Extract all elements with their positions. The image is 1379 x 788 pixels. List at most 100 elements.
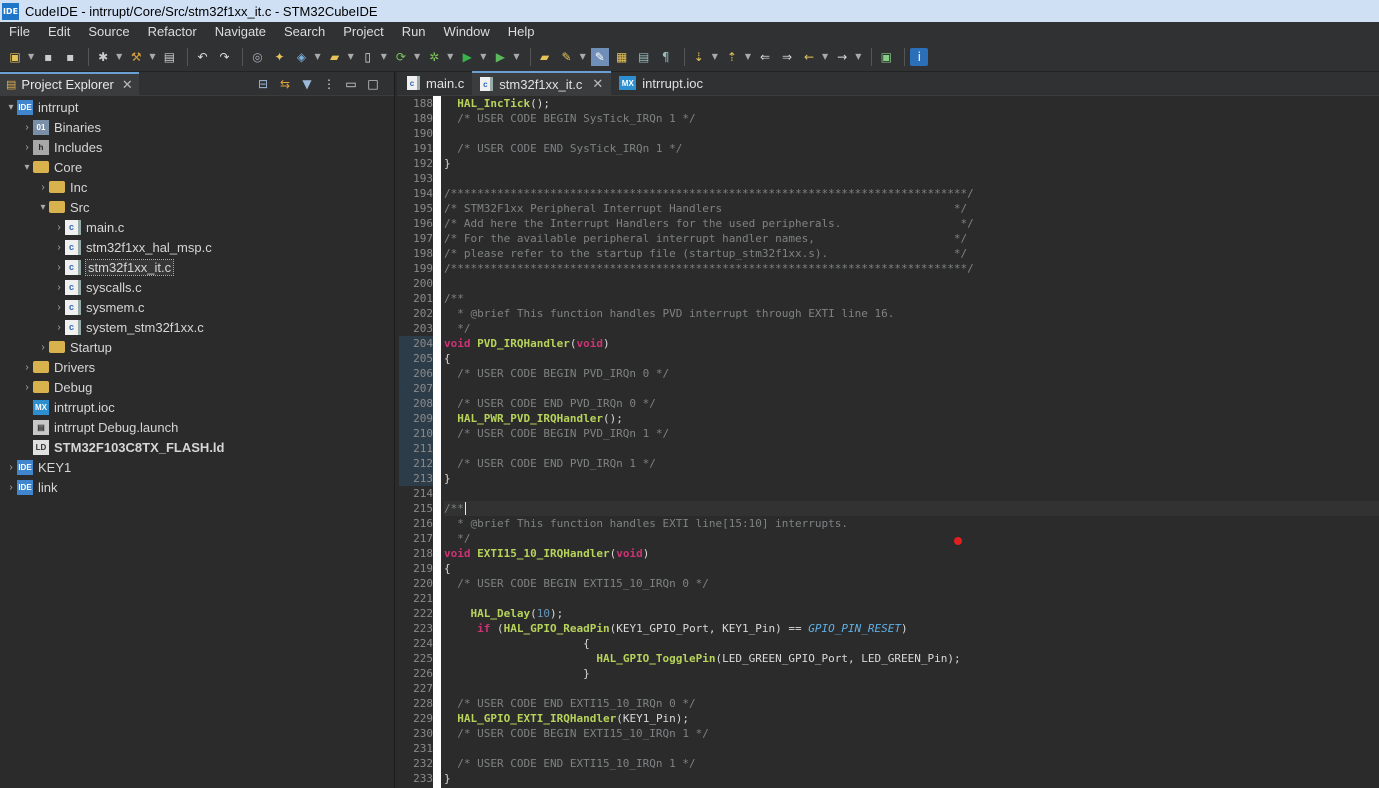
editor-tab[interactable]: c main.c — [399, 71, 472, 95]
editor-tab[interactable]: c stm32f1xx_it.c ✕ — [472, 71, 612, 95]
tree-item[interactable]: › IDE KEY1 — [0, 457, 394, 477]
tab-project-explorer[interactable]: ▤ Project Explorer ✕ — [0, 71, 139, 96]
tree-item[interactable]: › c stm32f1xx_hal_msp.c — [0, 237, 394, 257]
tree-item[interactable]: › Drivers — [0, 357, 394, 377]
collapsed-arrow-icon[interactable]: › — [5, 462, 17, 473]
code-editor[interactable]: HAL_IncTick(); /* USER CODE BEGIN SysTic… — [444, 96, 1379, 788]
tree-item[interactable]: ▾ Src — [0, 197, 394, 217]
run-icon[interactable]: ▶ — [458, 48, 476, 66]
collapse-all-icon[interactable]: ⊟ — [252, 75, 274, 93]
highlight-dropdown-icon[interactable]: ▼ — [580, 52, 586, 61]
save-icon[interactable]: ▪ — [39, 48, 57, 66]
perspective-icon[interactable]: ▣ — [877, 48, 895, 66]
redo-icon[interactable]: ↷ — [215, 48, 233, 66]
back-icon[interactable]: ← — [800, 48, 818, 66]
new-file-icon[interactable]: ▯ — [359, 48, 377, 66]
menu-project[interactable]: Project — [334, 22, 392, 42]
close-icon[interactable]: ✕ — [592, 76, 603, 92]
paragraph-icon[interactable]: ¶ — [657, 48, 675, 66]
collapsed-arrow-icon[interactable]: › — [53, 282, 65, 293]
build-dropdown-icon[interactable]: ▼ — [149, 52, 155, 61]
menu-search[interactable]: Search — [275, 22, 334, 42]
menu-refactor[interactable]: Refactor — [139, 22, 206, 42]
tree-item[interactable]: › IDE link — [0, 477, 394, 497]
prev-annotation-dropdown-icon[interactable]: ▼ — [745, 52, 751, 61]
binary-icon[interactable]: ▤ — [160, 48, 178, 66]
open-type-icon[interactable]: ▰ — [536, 48, 554, 66]
debug-dropdown-icon[interactable]: ▼ — [447, 52, 453, 61]
debug-icon[interactable]: ✲ — [425, 48, 443, 66]
tree-item[interactable]: › 01 Binaries — [0, 117, 394, 137]
menu-help[interactable]: Help — [499, 22, 544, 42]
collapsed-arrow-icon[interactable]: › — [21, 362, 33, 373]
tree-item[interactable]: › c stm32f1xx_it.c — [0, 257, 394, 277]
highlight-icon[interactable]: ✎ — [558, 48, 576, 66]
tree-item[interactable]: › Startup — [0, 337, 394, 357]
tree-item[interactable]: › c syscalls.c — [0, 277, 394, 297]
back-dropdown-icon[interactable]: ▼ — [822, 52, 828, 61]
run-dropdown-icon[interactable]: ▼ — [480, 52, 486, 61]
expanded-arrow-icon[interactable]: ▾ — [21, 162, 33, 173]
last-edit-icon[interactable]: ⇐ — [756, 48, 774, 66]
forward-edit-icon[interactable]: ⇒ — [778, 48, 796, 66]
show-whitespace-icon[interactable]: ▦ — [613, 48, 631, 66]
block-select-icon[interactable]: ▤ — [635, 48, 653, 66]
tree-item[interactable]: › Inc — [0, 177, 394, 197]
collapsed-arrow-icon[interactable]: › — [53, 242, 65, 253]
collapsed-arrow-icon[interactable]: › — [37, 182, 49, 193]
build-hammer-icon[interactable]: ⚒ — [127, 48, 145, 66]
tree-item[interactable]: ▤ intrrupt Debug.launch — [0, 417, 394, 437]
tree-item[interactable]: LD STM32F103C8TX_FLASH.ld — [0, 437, 394, 457]
settings-dropdown-icon[interactable]: ▼ — [116, 52, 122, 61]
refresh-icon[interactable]: ⟳ — [392, 48, 410, 66]
collapsed-arrow-icon[interactable]: › — [53, 222, 65, 233]
next-annotation-dropdown-icon[interactable]: ▼ — [712, 52, 718, 61]
collapsed-arrow-icon[interactable]: › — [53, 322, 65, 333]
external-tools-icon[interactable]: ▶ — [491, 48, 509, 66]
tree-item[interactable]: ▾ Core — [0, 157, 394, 177]
new-class-icon[interactable]: ◈ — [292, 48, 310, 66]
view-menu-icon[interactable]: ⋮ — [318, 75, 340, 93]
forward-dropdown-icon[interactable]: ▼ — [855, 52, 861, 61]
tree-item[interactable]: MX intrrupt.ioc — [0, 397, 394, 417]
tree-item[interactable]: › c system_stm32f1xx.c — [0, 317, 394, 337]
tree-item[interactable]: ▾ IDE intrrupt — [0, 97, 394, 117]
open-folder-dropdown-icon[interactable]: ▼ — [348, 52, 354, 61]
external-tools-dropdown-icon[interactable]: ▼ — [513, 52, 519, 61]
save-all-icon[interactable]: ▪ — [61, 48, 79, 66]
tree-item[interactable]: › Debug — [0, 377, 394, 397]
new-dropdown-icon[interactable]: ▼ — [28, 52, 34, 61]
collapsed-arrow-icon[interactable]: › — [21, 382, 33, 393]
tree-item[interactable]: › c sysmem.c — [0, 297, 394, 317]
minimize-icon[interactable]: ▭ — [340, 75, 362, 93]
forward-icon[interactable]: → — [833, 48, 851, 66]
menu-navigate[interactable]: Navigate — [206, 22, 275, 42]
undo-icon[interactable]: ↶ — [193, 48, 211, 66]
collapsed-arrow-icon[interactable]: › — [5, 482, 17, 493]
open-folder-icon[interactable]: ▰ — [326, 48, 344, 66]
tree-item[interactable]: › h Includes — [0, 137, 394, 157]
info-icon[interactable]: i — [910, 47, 929, 66]
menu-file[interactable]: File — [0, 22, 39, 42]
expanded-arrow-icon[interactable]: ▾ — [5, 102, 17, 113]
collapsed-arrow-icon[interactable]: › — [53, 262, 65, 273]
menu-run[interactable]: Run — [393, 22, 435, 42]
collapsed-arrow-icon[interactable]: › — [21, 142, 33, 153]
new-icon[interactable]: ▣ — [6, 48, 24, 66]
refresh-dropdown-icon[interactable]: ▼ — [414, 52, 420, 61]
target-icon[interactable]: ◎ — [248, 48, 266, 66]
menu-edit[interactable]: Edit — [39, 22, 79, 42]
close-icon[interactable]: ✕ — [122, 77, 133, 93]
expanded-arrow-icon[interactable]: ▾ — [37, 202, 49, 213]
menu-window[interactable]: Window — [435, 22, 499, 42]
collapsed-arrow-icon[interactable]: › — [37, 342, 49, 353]
prev-annotation-icon[interactable]: ⇡ — [723, 48, 741, 66]
toggle-mark-icon[interactable]: ✎ — [590, 47, 609, 66]
editor-tab[interactable]: MX intrrupt.ioc — [611, 71, 711, 95]
maximize-icon[interactable]: □ — [362, 75, 384, 93]
link-editor-icon[interactable]: ⇆ — [274, 75, 296, 93]
menu-source[interactable]: Source — [79, 22, 138, 42]
tree-item[interactable]: › c main.c — [0, 217, 394, 237]
new-class-dropdown-icon[interactable]: ▼ — [314, 52, 320, 61]
debug-config-icon[interactable]: ✦ — [270, 48, 288, 66]
